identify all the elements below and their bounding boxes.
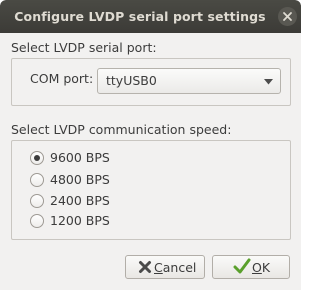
radio-button[interactable] [30,214,44,228]
speed-section-label: Select LVDP communication speed: [11,122,232,137]
cancel-button[interactable]: Cancel [125,255,205,279]
cancel-label: Cancel [154,260,197,275]
chevron-down-icon [264,79,273,85]
radio-label: 9600 BPS [50,150,110,165]
dialog-window: Configure LVDP serial port settings Sele… [0,0,301,290]
com-port-select[interactable]: ttyUSB0 [97,68,281,94]
close-icon [283,12,292,21]
checkmark-icon [233,258,251,274]
window-title: Configure LVDP serial port settings [14,9,266,24]
title-bar[interactable]: Configure LVDP serial port settings [0,0,301,33]
port-section-label: Select LVDP serial port: [11,40,157,55]
radio-button[interactable] [30,194,44,208]
ok-button[interactable]: OK [212,255,290,279]
com-port-label: COM port: [30,71,94,86]
com-port-value: ttyUSB0 [106,73,157,88]
radio-selected-dot [34,155,40,161]
cancel-x-icon [139,261,151,273]
close-button[interactable] [278,7,297,26]
radio-button[interactable] [30,151,44,165]
radio-button[interactable] [30,173,44,187]
radio-label: 4800 BPS [50,172,110,187]
radio-label: 1200 BPS [50,213,110,228]
radio-label: 2400 BPS [50,193,110,208]
ok-label: OK [252,260,271,275]
